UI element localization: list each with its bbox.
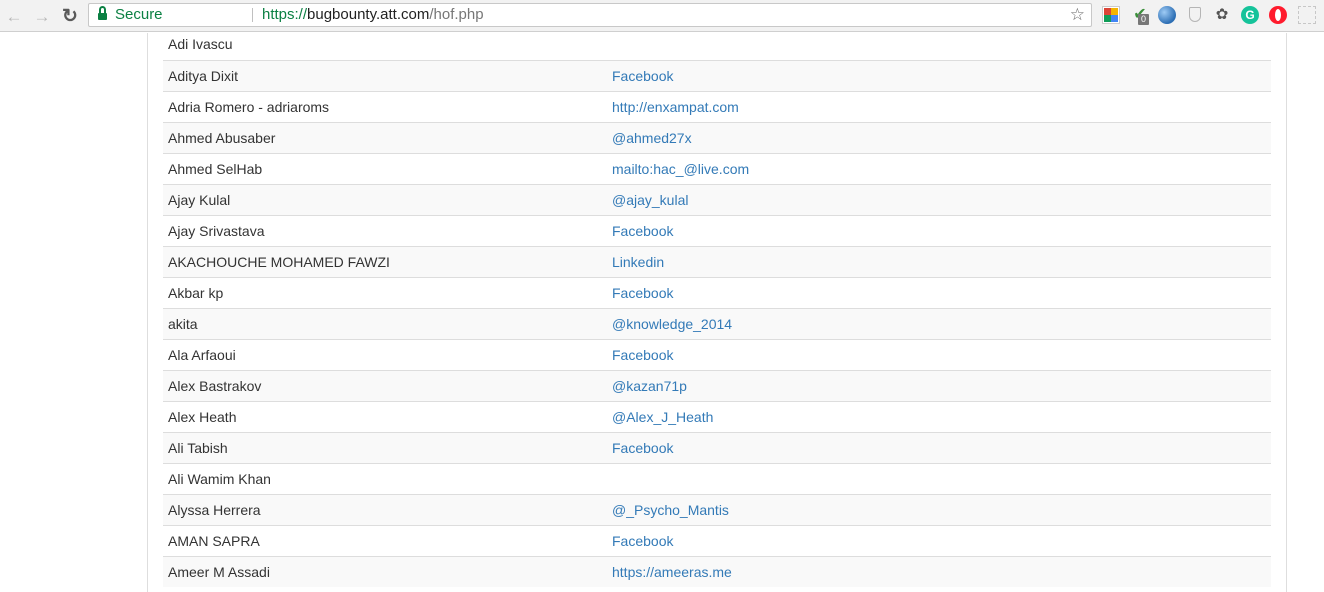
lock-icon bbox=[98, 6, 107, 21]
researcher-link-cell: Facebook bbox=[607, 338, 1271, 370]
researcher-name: Ajay Kulal bbox=[163, 183, 607, 215]
researcher-link[interactable]: @Alex_J_Heath bbox=[612, 409, 713, 425]
researcher-name: Ali Wamim Khan bbox=[163, 462, 607, 494]
extension-shield-icon[interactable] bbox=[1186, 6, 1204, 24]
researcher-link[interactable]: mailto:hac_@live.com bbox=[612, 161, 749, 177]
researcher-link[interactable]: http://enxampat.com bbox=[612, 99, 739, 115]
address-separator bbox=[252, 8, 253, 22]
grammarly-icon[interactable]: G bbox=[1241, 6, 1259, 24]
url-scheme: https:// bbox=[262, 6, 308, 23]
table-row: Ali Tabish Facebook bbox=[163, 431, 1271, 463]
researcher-link[interactable]: Facebook bbox=[612, 440, 673, 456]
researcher-name: AMAN SAPRA bbox=[163, 524, 607, 556]
table-row: Alyssa Herrera @_Psycho_Mantis bbox=[163, 493, 1271, 525]
researcher-name: Ahmed SelHab bbox=[163, 152, 607, 184]
researcher-name: Ali Tabish bbox=[163, 431, 607, 463]
researcher-link-cell: @ahmed27x bbox=[607, 121, 1271, 153]
extension-colored-squares-icon[interactable] bbox=[1102, 6, 1120, 24]
opera-icon[interactable] bbox=[1269, 6, 1287, 24]
researcher-name: AKACHOUCHE MOHAMED FAWZI bbox=[163, 245, 607, 277]
back-arrow-icon[interactable]: ← bbox=[3, 5, 25, 27]
researcher-link[interactable]: Facebook bbox=[612, 68, 673, 84]
researcher-name: Ahmed Abusaber bbox=[163, 121, 607, 153]
table-row: Alex Heath @Alex_J_Heath bbox=[163, 400, 1271, 432]
table-row: akita @knowledge_2014 bbox=[163, 307, 1271, 339]
researcher-link[interactable]: Facebook bbox=[612, 533, 673, 549]
table-row: AKACHOUCHE MOHAMED FAWZI Linkedin bbox=[163, 245, 1271, 277]
researcher-link[interactable]: Facebook bbox=[612, 347, 673, 363]
container-border-right bbox=[1286, 33, 1287, 592]
url-host: bugbounty.att.com bbox=[307, 6, 430, 23]
researcher-link[interactable]: @kazan71p bbox=[612, 378, 687, 394]
researcher-link-cell bbox=[607, 29, 1271, 60]
researcher-link-cell: Facebook bbox=[607, 276, 1271, 308]
researcher-link-cell: Facebook bbox=[607, 214, 1271, 246]
researcher-link-cell: @kazan71p bbox=[607, 369, 1271, 401]
url-path: /hof.php bbox=[429, 6, 484, 23]
researcher-link[interactable]: Facebook bbox=[612, 223, 673, 239]
extension-puzzle-icon[interactable]: ✔0 bbox=[1131, 6, 1149, 25]
researcher-link-cell: @knowledge_2014 bbox=[607, 307, 1271, 339]
researcher-link-cell: Linkedin bbox=[607, 245, 1271, 277]
researcher-link-cell: http://enxampat.com bbox=[607, 90, 1271, 122]
forward-arrow-icon[interactable]: → bbox=[31, 5, 53, 27]
researcher-name: Ajay Srivastava bbox=[163, 214, 607, 246]
hall-of-fame-table: Adi Ivascu Aditya Dixit Facebook Adria Rome… bbox=[163, 29, 1271, 587]
table-row: Adi Ivascu bbox=[163, 29, 1271, 60]
researcher-link-cell: https://ameeras.me bbox=[607, 555, 1271, 587]
table-row: Ahmed SelHab mailto:hac_@live.com bbox=[163, 152, 1271, 184]
extension-spiral-icon[interactable]: ✿ bbox=[1213, 6, 1231, 24]
researcher-name: Akbar kp bbox=[163, 276, 607, 308]
researcher-link-cell: @ajay_kulal bbox=[607, 183, 1271, 215]
table-row: Aditya Dixit Facebook bbox=[163, 59, 1271, 91]
page-content: Adi Ivascu Aditya Dixit Facebook Adria Rome… bbox=[0, 33, 1324, 592]
extension-badge-icon: 0 bbox=[1138, 14, 1149, 25]
table-row: Ameer M Assadi https://ameeras.me bbox=[163, 555, 1271, 587]
researcher-name: Adi Ivascu bbox=[168, 36, 233, 53]
researcher-link-cell: Facebook bbox=[607, 524, 1271, 556]
researcher-link[interactable]: @ahmed27x bbox=[612, 130, 692, 146]
researcher-name: Ala Arfaoui bbox=[163, 338, 607, 370]
extension-globe-icon[interactable] bbox=[1158, 6, 1176, 24]
researcher-name: Aditya Dixit bbox=[163, 59, 607, 91]
secure-label: Secure bbox=[115, 6, 163, 23]
researcher-link-cell: Facebook bbox=[607, 431, 1271, 463]
researcher-name: akita bbox=[163, 307, 607, 339]
researcher-link[interactable]: https://ameeras.me bbox=[612, 564, 732, 580]
browser-toolbar: ← → ↻ Secure https://bugbounty.att.com/h… bbox=[0, 0, 1324, 32]
researcher-name: Alyssa Herrera bbox=[163, 493, 607, 525]
bookmark-star-icon[interactable]: ☆ bbox=[1070, 4, 1085, 26]
table-row: Akbar kp Facebook bbox=[163, 276, 1271, 308]
table-row: AMAN SAPRA Facebook bbox=[163, 524, 1271, 556]
researcher-link[interactable]: @ajay_kulal bbox=[612, 192, 688, 208]
table-row: Ajay Kulal @ajay_kulal bbox=[163, 183, 1271, 215]
researcher-name: Adria Romero - adriaroms bbox=[163, 90, 607, 122]
table-row: Ali Wamim Khan bbox=[163, 462, 1271, 494]
researcher-link[interactable]: Facebook bbox=[612, 285, 673, 301]
table-row: Ala Arfaoui Facebook bbox=[163, 338, 1271, 370]
table-row: Ajay Srivastava Facebook bbox=[163, 214, 1271, 246]
reload-icon[interactable]: ↻ bbox=[59, 5, 81, 27]
address-bar[interactable]: Secure https://bugbounty.att.com/hof.php… bbox=[88, 3, 1092, 27]
extension-placeholder-icon[interactable] bbox=[1298, 6, 1316, 24]
researcher-name: Ameer M Assadi bbox=[163, 555, 607, 587]
researcher-link-cell bbox=[607, 462, 1271, 494]
container-border-left bbox=[147, 33, 148, 592]
url-text[interactable]: https://bugbounty.att.com/hof.php bbox=[262, 4, 484, 26]
researcher-link[interactable]: Linkedin bbox=[612, 254, 664, 270]
table-row: Alex Bastrakov @kazan71p bbox=[163, 369, 1271, 401]
researcher-link[interactable]: @_Psycho_Mantis bbox=[612, 502, 729, 518]
researcher-link-cell: @Alex_J_Heath bbox=[607, 400, 1271, 432]
researcher-link[interactable]: @knowledge_2014 bbox=[612, 316, 732, 332]
researcher-link-cell: @_Psycho_Mantis bbox=[607, 493, 1271, 525]
researcher-link-cell: Facebook bbox=[607, 59, 1271, 91]
researcher-link-cell: mailto:hac_@live.com bbox=[607, 152, 1271, 184]
researcher-name: Alex Bastrakov bbox=[163, 369, 607, 401]
table-row: Adria Romero - adriaroms http://enxampat.… bbox=[163, 90, 1271, 122]
researcher-name: Alex Heath bbox=[163, 400, 607, 432]
table-row: Ahmed Abusaber @ahmed27x bbox=[163, 121, 1271, 153]
